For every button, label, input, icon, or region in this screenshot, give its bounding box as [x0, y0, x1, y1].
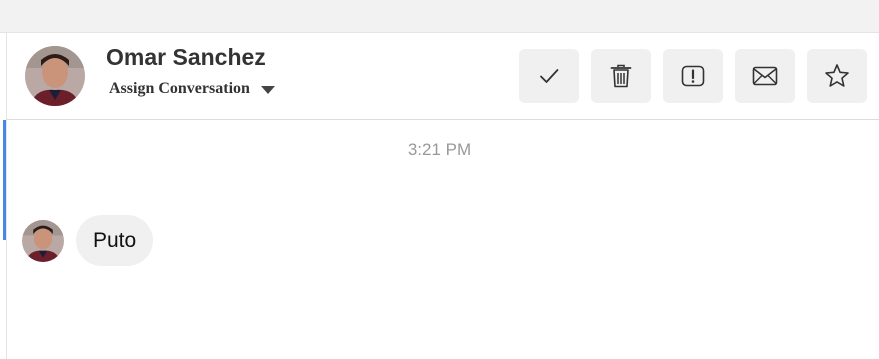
- contact-name: Omar Sanchez: [106, 44, 266, 70]
- trash-icon: [610, 64, 632, 88]
- mail-icon: [752, 66, 778, 86]
- conversation-header: Omar Sanchez Assign Conversation: [7, 34, 879, 120]
- checkmark-icon: [540, 69, 559, 83]
- spam-icon: [681, 65, 705, 87]
- mark-unread-button[interactable]: [735, 49, 795, 103]
- assign-conversation-dropdown[interactable]: Assign Conversation: [109, 80, 275, 98]
- star-icon: [825, 64, 849, 87]
- message-timestamp: 3:21 PM: [407, 140, 472, 159]
- top-bar: [0, 0, 879, 33]
- caret-down-icon: [260, 86, 275, 94]
- star-button[interactable]: [807, 49, 867, 103]
- contact-avatar[interactable]: [25, 46, 85, 106]
- mark-done-button[interactable]: [519, 49, 579, 103]
- message-row: Puto: [22, 215, 154, 266]
- delete-button[interactable]: [591, 49, 651, 103]
- header-actions: [519, 49, 867, 103]
- assign-conversation-label: Assign Conversation: [109, 80, 250, 97]
- sender-avatar[interactable]: [22, 219, 64, 262]
- active-conversation-indicator: [3, 120, 6, 240]
- mark-spam-button[interactable]: [663, 49, 723, 103]
- message-bubble[interactable]: Puto: [76, 215, 154, 266]
